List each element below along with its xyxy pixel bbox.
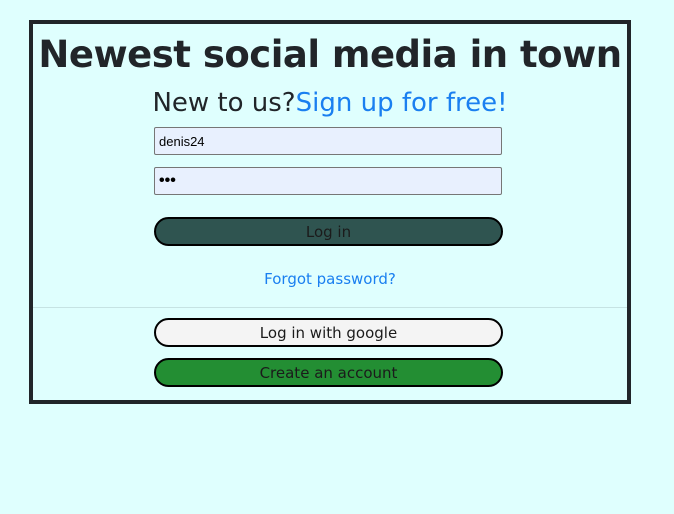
username-input[interactable] <box>154 127 502 155</box>
forgot-password-link[interactable]: Forgot password? <box>33 270 627 288</box>
login-card: Newest social media in town New to us?Si… <box>29 20 631 404</box>
login-button[interactable]: Log in <box>154 217 503 246</box>
create-account-button[interactable]: Create an account <box>154 358 503 387</box>
signup-prompt-text: New to us? <box>152 88 296 118</box>
google-login-button[interactable]: Log in with google <box>154 318 503 347</box>
page-title: Newest social media in town <box>38 33 622 76</box>
password-input[interactable] <box>154 167 502 195</box>
signup-prompt: New to us?Sign up for free! <box>33 86 627 120</box>
signup-link[interactable]: Sign up for free! <box>296 88 508 118</box>
divider <box>33 307 627 308</box>
